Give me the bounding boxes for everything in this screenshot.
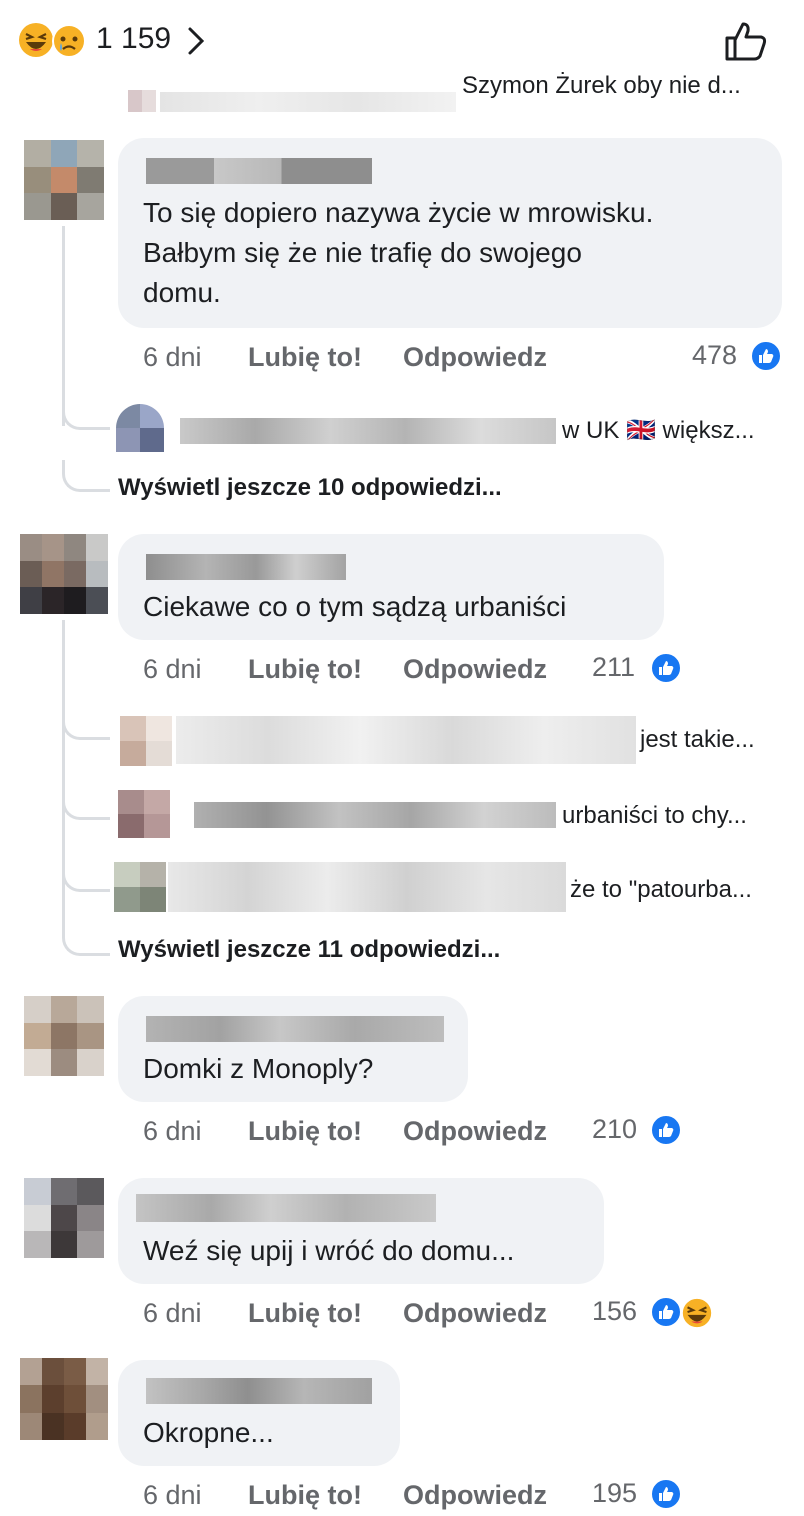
reaction-summary[interactable]: 1 159 [18, 20, 218, 62]
partial-reply-preview: Szymon Żurek oby nie d... [462, 72, 741, 99]
thread-connector [62, 460, 110, 492]
like-icon [750, 340, 782, 372]
reply-button[interactable]: Odpowiedz [403, 1480, 547, 1511]
view-more-replies-link[interactable]: Wyświetl jeszcze 10 odpowiedzi... [118, 474, 502, 502]
blurred-name [146, 554, 346, 580]
comment-text-line: To się dopiero nazywa życie w mrowisku. [143, 197, 654, 228]
reply-preview[interactable]: że to "patourba... [570, 876, 752, 904]
thread-connector [62, 790, 110, 820]
blurred-reply-name [168, 862, 566, 912]
comment-text-line: Ciekawe co o tym sądzą urbaniści [143, 591, 567, 622]
like-icon [650, 1478, 682, 1510]
comment-time[interactable]: 6 dni [143, 342, 202, 373]
reply-preview[interactable]: jest takie... [640, 726, 755, 754]
blurred-avatar [128, 90, 156, 112]
blurred-name [160, 92, 456, 112]
reaction-count[interactable]: 478 [692, 340, 737, 371]
like-button[interactable]: Lubię to! [248, 1116, 362, 1147]
reply-avatar[interactable] [118, 790, 170, 838]
reaction-count: 1 159 [96, 22, 172, 55]
reply-preview[interactable]: w UK 🇬🇧 większ... [562, 416, 755, 445]
reaction-count[interactable]: 156 [592, 1296, 637, 1327]
thread-connector [62, 710, 110, 740]
thread-connector [62, 862, 110, 892]
blurred-reply-name [194, 802, 556, 828]
reply-preview[interactable]: urbaniści to chy... [562, 802, 747, 830]
like-button[interactable]: Lubię to! [248, 342, 362, 373]
sad-emoji-icon [52, 24, 86, 58]
comment-text-line: Okropne... [143, 1417, 274, 1448]
thread-connector [62, 400, 110, 430]
comment-time[interactable]: 6 dni [143, 1116, 202, 1147]
chevron-right-icon [188, 27, 205, 55]
like-icon [650, 1114, 682, 1146]
comment-text-line: domu. [143, 277, 221, 308]
view-more-replies-link[interactable]: Wyświetl jeszcze 11 odpowiedzi... [118, 936, 500, 964]
blurred-reply-name [180, 418, 556, 444]
like-button[interactable]: Lubię to! [248, 654, 362, 685]
reply-button[interactable]: Odpowiedz [403, 1116, 547, 1147]
like-button[interactable]: Lubię to! [248, 1298, 362, 1329]
comment-time[interactable]: 6 dni [143, 1480, 202, 1511]
blurred-name [136, 1194, 436, 1222]
blurred-reply-name [176, 716, 636, 764]
avatar[interactable] [24, 996, 104, 1076]
like-button[interactable]: Lubię to! [248, 1480, 362, 1511]
comment-text-line: Weź się upij i wróć do domu... [143, 1235, 515, 1266]
avatar[interactable] [24, 1178, 104, 1258]
reply-avatar[interactable] [120, 716, 172, 766]
reply-button[interactable]: Odpowiedz [403, 654, 547, 685]
reaction-count[interactable]: 211 [592, 652, 635, 683]
thumbs-up-outline-icon[interactable] [724, 20, 768, 62]
reaction-count[interactable]: 210 [592, 1114, 637, 1145]
comment-text-line: Bałbym się że nie trafię do swojego [143, 237, 582, 268]
reaction-count[interactable]: 195 [592, 1478, 637, 1509]
avatar[interactable] [20, 534, 108, 614]
reply-button[interactable]: Odpowiedz [403, 342, 547, 373]
haha-emoji-icon [19, 23, 53, 57]
avatar[interactable] [24, 140, 104, 220]
avatar[interactable] [20, 1358, 108, 1440]
haha-icon [680, 1296, 714, 1330]
comment-text-line: Domki z Monoply? [143, 1053, 374, 1084]
comment-time[interactable]: 6 dni [143, 1298, 202, 1329]
blurred-name [146, 1378, 372, 1404]
comment-time[interactable]: 6 dni [143, 654, 202, 685]
reply-button[interactable]: Odpowiedz [403, 1298, 547, 1329]
like-icon [650, 1296, 682, 1328]
reply-avatar[interactable] [116, 404, 164, 452]
thread-connector [62, 924, 110, 956]
thread-line [62, 226, 65, 426]
blurred-name [146, 1016, 444, 1042]
reply-avatar[interactable] [114, 862, 166, 912]
blurred-name [146, 158, 372, 184]
like-icon [650, 652, 682, 684]
